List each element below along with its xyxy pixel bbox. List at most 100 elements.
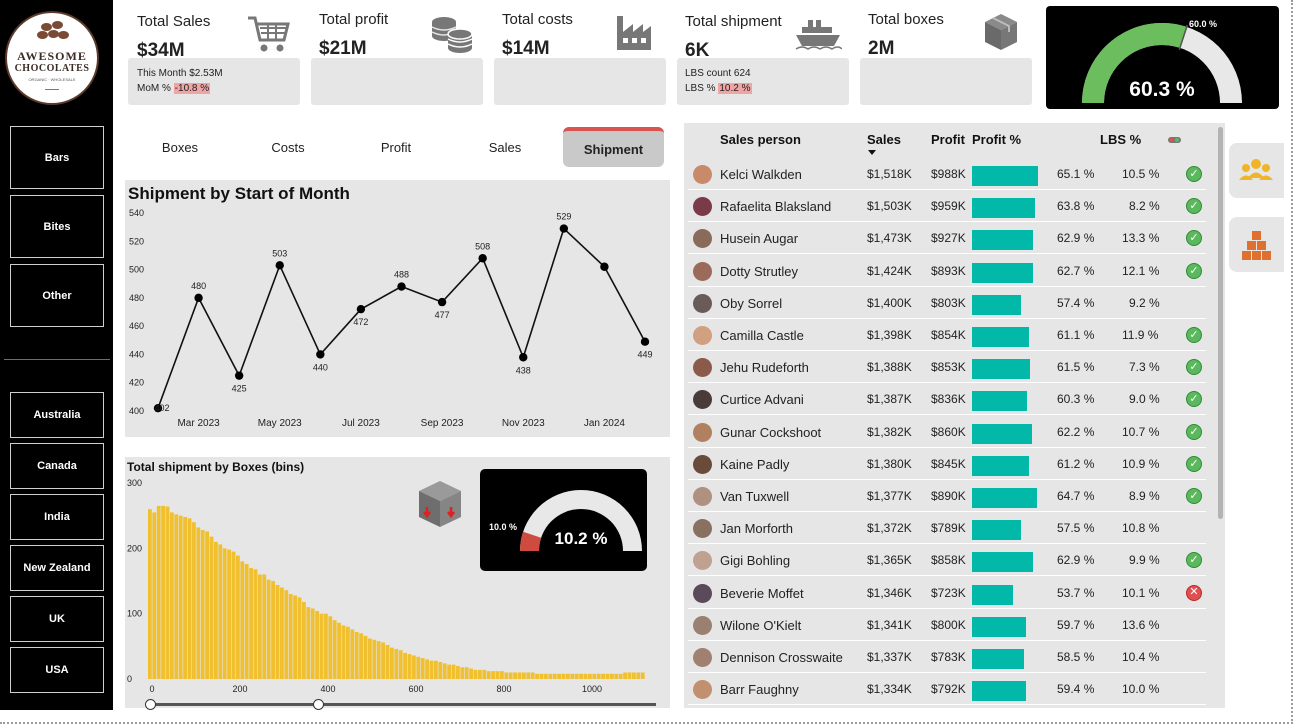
sales-value: $1,382K — [867, 424, 912, 439]
y-tick-label: 520 — [129, 236, 144, 246]
sales-value: $1,503K — [867, 199, 912, 214]
lbs-pct-value: 10.7 % — [1122, 424, 1160, 439]
profit-pct-value: 63.8 % — [1057, 199, 1095, 214]
avatar — [693, 454, 712, 474]
filter-button-new-zealand[interactable]: New Zealand — [10, 545, 104, 591]
column-header-sales[interactable]: Sales — [867, 132, 901, 147]
lbs-pct-value: 9.2 % — [1129, 295, 1160, 310]
histogram-bar — [385, 645, 390, 679]
kpi-shipment-lbs-count: LBS count 624 — [685, 68, 751, 79]
histogram-bar — [368, 638, 372, 679]
sidebar-divider — [4, 359, 110, 360]
sales-value: $1,424K — [867, 263, 912, 278]
data-label: 425 — [232, 384, 247, 394]
filter-button-bars[interactable]: Bars — [10, 126, 104, 189]
people-group-button[interactable] — [1229, 143, 1284, 198]
bin-range-slider-end-handle[interactable] — [313, 699, 324, 710]
lbs-pct-value: 12.1 % — [1122, 263, 1160, 278]
kpi-costs-panel — [494, 58, 666, 105]
histogram-bar — [442, 663, 447, 679]
tab-costs[interactable]: Costs — [238, 127, 338, 167]
avatar — [693, 326, 712, 345]
table-row[interactable]: Camilla Castle $1,398K $854K 61.1 % 11.9 % ✓ — [688, 319, 1206, 351]
histogram-bar — [249, 567, 253, 679]
tab-shipment[interactable]: Shipment — [563, 127, 664, 167]
histogram-bar — [574, 673, 579, 679]
filter-button-usa[interactable]: USA — [10, 647, 104, 693]
logo-line-3: ORGANIC · WHOLESALE — [28, 77, 76, 82]
column-header-lbs-pct[interactable]: LBS % — [1100, 132, 1141, 147]
profit-pct-value: 65.1 % — [1057, 167, 1095, 181]
kpi-sales-mom: MoM % -10.8 % — [137, 83, 211, 94]
histogram-bar — [244, 564, 249, 679]
filter-button-canada[interactable]: Canada — [10, 443, 104, 489]
histogram-bar — [482, 669, 487, 679]
logo-line-2: CHOCOLATES — [14, 63, 90, 74]
histogram-bar — [319, 613, 324, 679]
table-row[interactable]: Beverie Moffet $1,346K $723K 53.7 % 10.1 % ✕ — [688, 577, 1206, 609]
lbs-pct-value: 8.9 % — [1129, 489, 1160, 503]
histogram-bar — [561, 673, 566, 679]
profit-pct-bar — [972, 455, 1030, 476]
avatar — [693, 551, 712, 571]
sort-desc-icon — [868, 150, 876, 155]
column-header-profit[interactable]: Profit — [931, 132, 965, 147]
profit-pct-value: 57.4 % — [1057, 295, 1095, 310]
lbs-pct-value: 10.9 % — [1122, 456, 1160, 471]
check-circle-icon: ✓ — [1186, 262, 1202, 279]
histogram-bar — [517, 672, 522, 679]
tab-profit[interactable]: Profit — [346, 127, 446, 167]
stacked-boxes-button[interactable] — [1229, 217, 1284, 272]
table-row[interactable]: Oby Sorrel $1,400K $803K 57.4 % 9.2 % — [688, 287, 1206, 319]
table-row[interactable]: Jehu Rudeforth $1,388K $853K 61.5 % 7.3 % ✓ — [688, 351, 1206, 384]
table-row[interactable]: Husein Augar $1,473K $927K 62.9 % 13.3 % ✓ — [688, 222, 1206, 255]
histogram-bar — [522, 672, 526, 679]
histogram-bar — [293, 595, 297, 679]
table-row[interactable]: Gunar Cockshoot $1,382K $860K 62.2 % 10.7 % ✓ — [688, 416, 1206, 448]
table-row[interactable]: Dotty Strutley $1,424K $893K 62.7 % 12.1 % ✓ — [688, 255, 1206, 287]
table-row[interactable]: Dennison Crosswaite $1,337K $783K 58.5 % 10.… — [688, 641, 1206, 673]
sales-value: $1,346K — [867, 585, 912, 600]
table-row[interactable]: Kelci Walkden $1,518K $988K 65.1 % 10.5 % ✓ — [688, 158, 1206, 190]
tab-sales[interactable]: Sales — [455, 127, 555, 167]
sales-value: $1,387K — [867, 392, 912, 407]
histogram-bar — [495, 671, 500, 679]
box-download-icon — [419, 481, 461, 527]
cocoa-beans-icon — [37, 21, 69, 43]
table-row[interactable]: Van Tuxwell $1,377K $890K 64.7 % 8.9 % ✓ — [688, 480, 1206, 512]
data-point — [234, 371, 244, 380]
filter-button-bites[interactable]: Bites — [10, 195, 104, 258]
kpi-sales-mom-label: MoM % — [137, 83, 174, 94]
table-row[interactable]: Jan Morforth $1,372K $789K 57.5 % 10.8 % — [688, 512, 1206, 545]
bin-range-slider-track[interactable] — [151, 703, 656, 706]
histogram-bar — [324, 613, 328, 679]
table-row[interactable]: Barr Faughny $1,334K $792K 59.4 % 10.0 % — [688, 673, 1206, 706]
histogram-bar — [601, 673, 605, 679]
tab-boxes[interactable]: Boxes — [130, 127, 230, 167]
avatar — [693, 261, 712, 281]
y-tick-label: 460 — [129, 321, 144, 331]
filter-button-other[interactable]: Other — [10, 264, 104, 327]
table-row[interactable]: Gigi Bohling $1,365K $858K 62.9 % 9.9 % ✓ — [688, 544, 1206, 577]
x-tick-label: Jan 2024 — [584, 418, 626, 429]
column-header-profit-pct[interactable]: Profit % — [972, 132, 1021, 147]
table-row[interactable]: Kaine Padly $1,380K $845K 61.2 % 10.9 % ✓ — [688, 448, 1206, 480]
table-row[interactable]: Curtice Advani $1,387K $836K 60.3 % 9.0 % ✓ — [688, 383, 1206, 416]
histogram-bar — [284, 590, 289, 679]
histogram-bar — [350, 629, 355, 679]
avatar — [693, 293, 712, 313]
status-legend-icon — [1168, 137, 1181, 143]
filter-button-uk[interactable]: UK — [10, 596, 104, 642]
x-tick-label: Jul 2023 — [342, 418, 380, 429]
filter-button-australia[interactable]: Australia — [10, 392, 104, 438]
table-row[interactable]: Rafaelita Blaksland $1,503K $959K 63.8 % 8.2… — [688, 190, 1206, 223]
histogram-bar — [500, 671, 504, 679]
filter-button-india[interactable]: India — [10, 494, 104, 540]
bin-range-slider-start-handle[interactable] — [145, 699, 156, 710]
table-row[interactable]: Wilone O'Kielt $1,341K $800K 59.7 % 13.6 % — [688, 609, 1206, 641]
histogram-bar — [504, 672, 509, 679]
table-scrollbar[interactable] — [1218, 127, 1223, 519]
column-header-sales-person[interactable]: Sales person — [720, 132, 801, 147]
avatar — [693, 197, 712, 217]
histogram-bar — [579, 673, 583, 679]
